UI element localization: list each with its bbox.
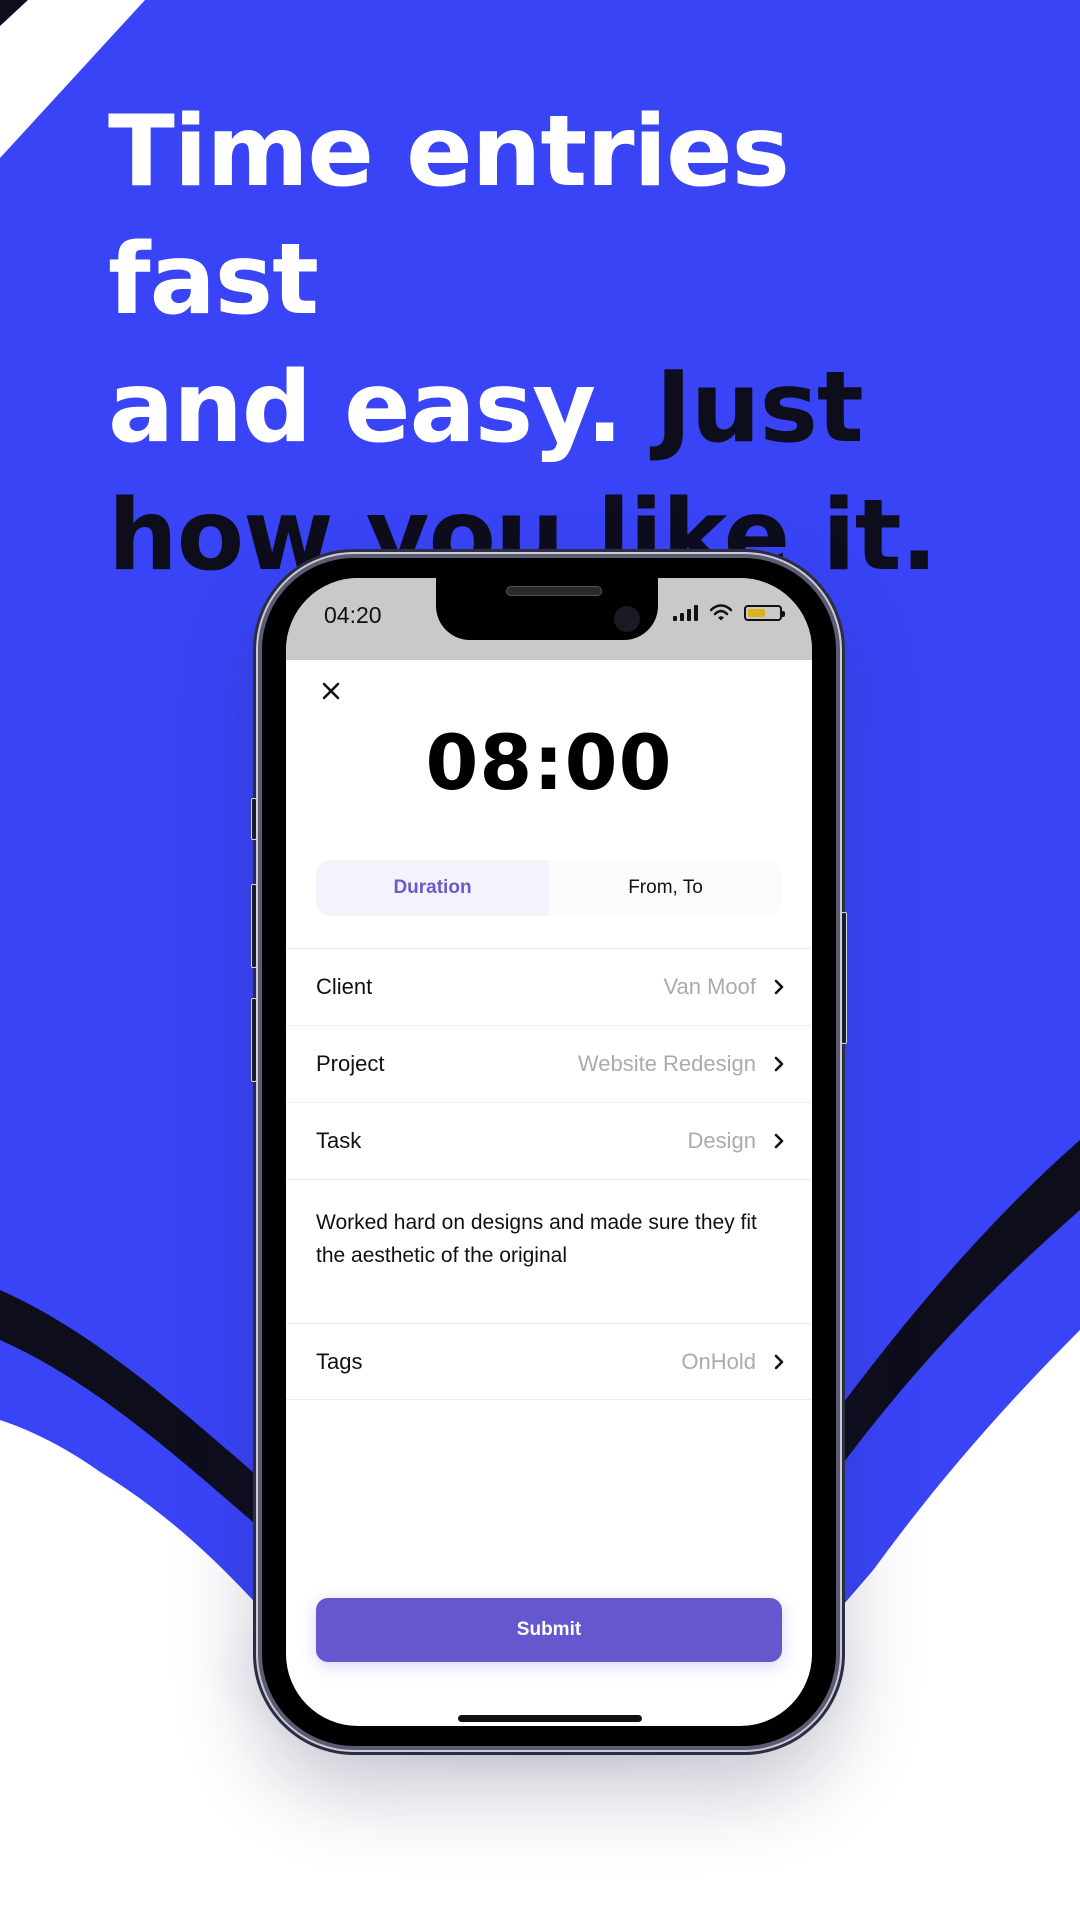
- field-value: Van Moof: [663, 974, 756, 999]
- signal-icon: [673, 604, 698, 621]
- field-row-project[interactable]: Project Website Redesign: [286, 1025, 812, 1102]
- entry-fields-list: Client Van Moof Project Website Redesign…: [286, 948, 812, 1400]
- silent-switch: [251, 798, 257, 840]
- mode-segmented-control: Duration From, To: [316, 860, 782, 916]
- duration-display[interactable]: 08:00: [286, 718, 812, 807]
- home-indicator[interactable]: [458, 1715, 642, 1722]
- power-button: [841, 912, 847, 1044]
- field-row-task[interactable]: Task Design: [286, 1102, 812, 1179]
- volume-down-button: [251, 998, 257, 1082]
- headline-line-2-dark: Just: [622, 351, 863, 465]
- speaker-grille: [506, 586, 602, 596]
- field-label: Client: [316, 974, 373, 999]
- phone-screen: 04:20 08:00 Duration From, To Client Van…: [286, 578, 812, 1726]
- field-value: Design: [687, 1128, 756, 1153]
- field-value: Website Redesign: [577, 1051, 756, 1076]
- wifi-icon: [710, 604, 732, 621]
- notes-textarea[interactable]: Worked hard on designs and made sure the…: [286, 1179, 812, 1323]
- field-label: Tags: [316, 1348, 363, 1374]
- close-icon: [322, 682, 340, 700]
- field-value: OnHold: [681, 1348, 756, 1374]
- close-button[interactable]: [316, 676, 346, 706]
- field-row-client[interactable]: Client Van Moof: [286, 948, 812, 1025]
- chevron-right-icon: [774, 1133, 784, 1149]
- field-label: Project: [316, 1051, 385, 1076]
- tab-from-to[interactable]: From, To: [549, 860, 782, 916]
- headline-line-2-white: and easy.: [108, 351, 623, 465]
- chevron-right-icon: [774, 1056, 784, 1072]
- phone-mockup: 04:20 08:00 Duration From, To Client Van…: [251, 554, 847, 1750]
- tab-duration[interactable]: Duration: [316, 860, 549, 916]
- battery-fill: [748, 608, 765, 617]
- battery-icon: [744, 604, 785, 621]
- front-camera: [614, 606, 640, 632]
- chevron-right-icon: [774, 979, 784, 995]
- status-time: 04:20: [324, 602, 382, 628]
- chevron-right-icon: [774, 1354, 784, 1369]
- submit-button[interactable]: Submit: [316, 1598, 782, 1662]
- headline: Time entries fast and easy. Just how you…: [108, 88, 1008, 600]
- volume-up-button: [251, 884, 257, 968]
- field-row-tags[interactable]: Tags OnHold: [286, 1323, 812, 1400]
- system-icons: [673, 604, 785, 621]
- headline-line-1: Time entries fast: [108, 95, 790, 337]
- field-label: Task: [316, 1128, 362, 1153]
